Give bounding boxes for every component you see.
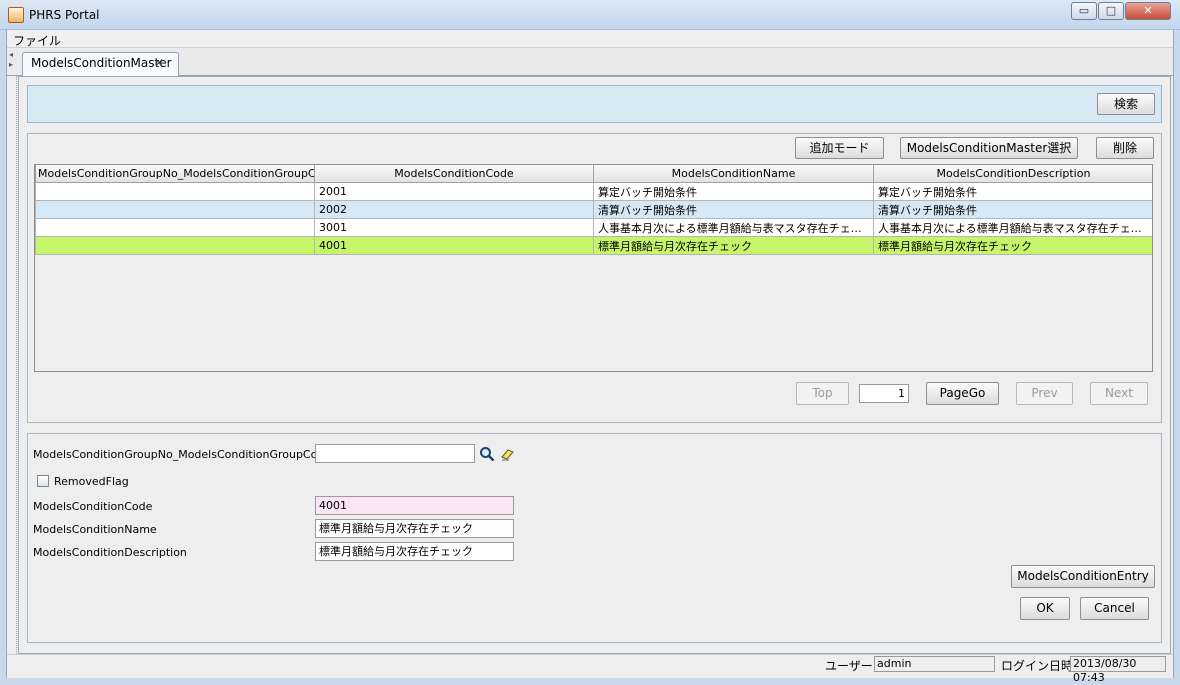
cell-code: 4001 (314, 236, 594, 255)
maximize-button[interactable]: □ (1098, 2, 1124, 20)
tab-scroll-arrows-icon[interactable]: ◂ ▸ (9, 50, 17, 72)
search-panel (27, 85, 1162, 123)
table-header-row: ModelsConditionGroupNo_ModelsConditionGr… (35, 165, 1152, 183)
minimize-button[interactable]: ▭ (1071, 2, 1097, 20)
table-row[interactable]: 2002 清算バッチ開始条件 清算バッチ開始条件 (35, 200, 1152, 219)
close-icon: ✕ (1143, 4, 1153, 17)
column-header-description[interactable]: ModelsConditionDescription (873, 165, 1152, 183)
tab-close-icon[interactable]: ✕ (154, 56, 164, 70)
menu-bar (7, 30, 1173, 48)
java-app-icon (8, 7, 24, 23)
page-number-input[interactable]: 1 (859, 384, 909, 403)
close-window-button[interactable]: ✕ (1125, 2, 1171, 20)
menu-file[interactable]: ファイル (13, 32, 61, 49)
ok-button[interactable]: OK (1020, 597, 1070, 620)
search-button[interactable]: 検索 (1097, 93, 1155, 115)
removed-flag-label: RemovedFlag (54, 475, 129, 488)
tab-strip (7, 48, 1173, 76)
removed-flag-checkbox[interactable] (37, 475, 49, 487)
window-titlebar (0, 0, 1180, 30)
table-row-selected[interactable]: 4001 標準月額給与月次存在チェック 標準月額給与月次存在チェック (35, 236, 1152, 255)
cell-description: 算定バッチ開始条件 (873, 182, 1152, 201)
name-label: ModelsConditionName (33, 523, 157, 536)
user-label: ユーザー: (825, 659, 877, 673)
page-go-button[interactable]: PageGo (926, 382, 999, 405)
login-time-label: ログイン日時: (1001, 659, 1078, 673)
edit-form-panel (27, 433, 1162, 643)
cell-code: 2002 (314, 200, 594, 219)
cell-code: 2001 (314, 182, 594, 201)
cancel-button[interactable]: Cancel (1080, 597, 1149, 620)
name-input[interactable]: 標準月額給与月次存在チェック (315, 519, 514, 538)
description-label: ModelsConditionDescription (33, 546, 187, 559)
cell-group (35, 182, 315, 201)
cell-group (35, 218, 315, 237)
cell-name: 清算バッチ開始条件 (593, 200, 874, 219)
window-title: PHRS Portal (29, 8, 100, 22)
status-bar (7, 654, 1173, 678)
cell-code: 3001 (314, 218, 594, 237)
select-button[interactable]: ModelsConditionMaster選択 (900, 137, 1078, 159)
lookup-search-icon[interactable] (479, 446, 495, 462)
group-code-input[interactable] (315, 444, 475, 463)
cell-description: 人事基本月次による標準月額給与表マスタ存在チェ… (873, 218, 1152, 237)
cell-description: 清算バッチ開始条件 (873, 200, 1152, 219)
minimize-icon: ▭ (1078, 4, 1090, 17)
tab-label: ModelsConditionMaster (31, 56, 172, 70)
cell-name: 人事基本月次による標準月額給与表マスタ存在チェ… (593, 218, 874, 237)
add-mode-button[interactable]: 追加モード (795, 137, 884, 159)
maximize-icon: □ (1105, 4, 1117, 17)
user-value: admin (874, 656, 995, 672)
login-time-value: 2013/08/30 07:43 (1070, 656, 1166, 684)
splitter-rail[interactable] (11, 76, 17, 654)
eraser-clear-icon[interactable] (500, 447, 515, 461)
description-input[interactable]: 標準月額給与月次存在チェック (315, 542, 514, 561)
pager-next-button[interactable]: Next (1090, 382, 1148, 405)
cell-name: 標準月額給与月次存在チェック (593, 236, 874, 255)
code-input[interactable]: 4001 (315, 496, 514, 515)
delete-button[interactable]: 削除 (1096, 137, 1154, 159)
table-row[interactable]: 3001 人事基本月次による標準月額給与表マスタ存在チェ… 人事基本月次による標… (35, 218, 1152, 237)
cell-description: 標準月額給与月次存在チェック (873, 236, 1152, 255)
data-table[interactable]: ModelsConditionGroupNo_ModelsConditionGr… (34, 164, 1153, 372)
cell-group (35, 200, 315, 219)
cell-name: 算定バッチ開始条件 (593, 182, 874, 201)
entry-button[interactable]: ModelsConditionEntry (1011, 565, 1155, 588)
cell-group (35, 236, 315, 255)
column-header-group[interactable]: ModelsConditionGroupNo_ModelsConditionGr… (35, 165, 315, 183)
column-header-name[interactable]: ModelsConditionName (593, 165, 874, 183)
pager-top-button[interactable]: Top (796, 382, 849, 405)
column-header-code[interactable]: ModelsConditionCode (314, 165, 594, 183)
table-row[interactable]: 2001 算定バッチ開始条件 算定バッチ開始条件 (35, 182, 1152, 201)
code-label: ModelsConditionCode (33, 500, 153, 513)
pager-prev-button[interactable]: Prev (1016, 382, 1073, 405)
group-code-label: ModelsConditionGroupNo_ModelsConditionGr… (33, 448, 332, 461)
